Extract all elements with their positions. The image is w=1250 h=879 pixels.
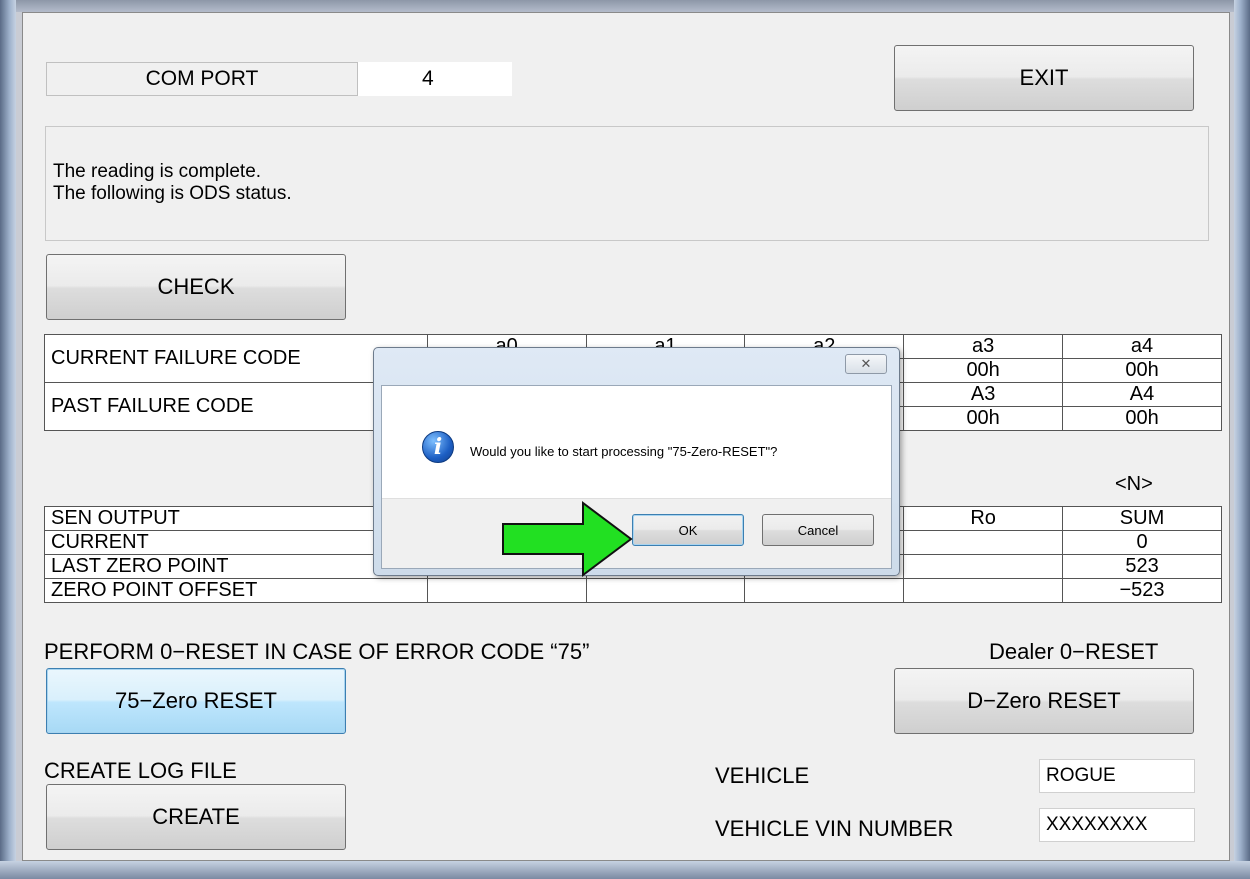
perform-reset-label: PERFORM 0−RESET IN CASE OF ERROR CODE “7…: [44, 639, 590, 664]
cell-current-header-a3: a3: [903, 334, 1064, 359]
sensor-sum-value: −523: [1062, 578, 1222, 603]
d-zero-reset-button[interactable]: D−Zero RESET: [894, 668, 1194, 734]
dialog-close-button[interactable]: ✕: [845, 354, 887, 374]
sensor-row-label: ZERO POINT OFFSET: [44, 578, 428, 603]
sensor-cell: [744, 578, 905, 603]
status-message-box: The reading is complete. The following i…: [45, 126, 1209, 241]
vin-field[interactable]: XXXXXXXX: [1039, 808, 1195, 842]
dialog-ok-button[interactable]: OK: [632, 514, 744, 546]
check-label: CHECK: [157, 274, 235, 299]
com-port-field[interactable]: 4: [358, 62, 512, 96]
vehicle-value: ROGUE: [1046, 765, 1116, 786]
window-title-bar: [0, 0, 1250, 12]
vehicle-field[interactable]: ROGUE: [1039, 759, 1195, 793]
dialog-footer: OK Cancel: [382, 498, 891, 568]
create-log-label: CREATE LOG FILE: [44, 758, 237, 783]
window-frame-left: [0, 0, 16, 879]
cell-past-value-a3: 00h: [903, 406, 1064, 431]
main-window: COM PORT 4 EXIT The reading is complete.…: [22, 12, 1230, 861]
cell-past-value-a4: 00h: [1062, 406, 1222, 431]
cell-past-header-a4: A4: [1062, 382, 1222, 407]
exit-button[interactable]: EXIT: [894, 45, 1194, 111]
sensor-sum-value: 0: [1062, 530, 1222, 555]
sensor-row-label: LAST ZERO POINT: [44, 554, 428, 579]
vehicle-label: VEHICLE: [715, 763, 810, 788]
dialog-cancel-label: Cancel: [797, 522, 839, 538]
sensor-ro-header: Ro: [903, 506, 1064, 531]
window-frame-bottom: [0, 861, 1250, 879]
check-button[interactable]: CHECK: [46, 254, 346, 320]
sensor-row-label: SEN OUTPUT: [44, 506, 428, 531]
sensor-cell: [426, 578, 587, 603]
com-port-label: COM PORT: [145, 67, 259, 90]
vin-value: XXXXXXXX: [1046, 814, 1148, 835]
unit-label: <N>: [1115, 473, 1153, 495]
exit-label: EXIT: [1019, 65, 1069, 90]
com-port-label-box: COM PORT: [46, 62, 358, 96]
dialog-message: Would you like to start processing "75-Z…: [470, 444, 778, 459]
sensor-ro-value: [903, 530, 1064, 555]
create-label: CREATE: [152, 804, 240, 829]
status-line-2: The following is ODS status.: [53, 183, 292, 204]
vin-label: VEHICLE VIN NUMBER: [715, 816, 954, 841]
window-frame-right: [1234, 0, 1250, 879]
sensor-ro-value: [903, 578, 1064, 603]
cell-current-value-a3: 00h: [903, 358, 1064, 383]
status-line-1: The reading is complete.: [53, 161, 262, 182]
sensor-sum-header: SUM: [1062, 506, 1222, 531]
cell-current-header-a4: a4: [1062, 334, 1222, 359]
com-port-value: 4: [422, 67, 434, 90]
close-icon: ✕: [860, 356, 872, 371]
create-button[interactable]: CREATE: [46, 784, 346, 850]
cell-current-value-a4: 00h: [1062, 358, 1222, 383]
cell-past-header-a3: A3: [903, 382, 1064, 407]
sensor-sum-value: 523: [1062, 554, 1222, 579]
sensor-cell: [585, 578, 746, 603]
info-icon: i: [422, 431, 454, 463]
zero-75-reset-button[interactable]: 75−Zero RESET: [46, 668, 346, 734]
sensor-ro-value: [903, 554, 1064, 579]
current-failure-code-label: CURRENT FAILURE CODE: [44, 334, 428, 383]
confirm-dialog: ✕ i Would you like to start processing "…: [373, 347, 900, 576]
dealer-reset-label: Dealer 0−RESET: [989, 639, 1159, 664]
zero-75-reset-label: 75−Zero RESET: [114, 688, 277, 713]
dialog-cancel-button[interactable]: Cancel: [762, 514, 874, 546]
d-zero-reset-label: D−Zero RESET: [967, 688, 1121, 713]
dialog-body: i Would you like to start processing "75…: [381, 385, 892, 569]
green-arrow-icon: [502, 501, 633, 577]
sensor-row-label: CURRENT: [44, 530, 428, 555]
table-row: ZERO POINT OFFSET −523: [44, 578, 1222, 603]
dialog-ok-label: OK: [678, 522, 698, 538]
past-failure-code-label: PAST FAILURE CODE: [44, 382, 428, 431]
